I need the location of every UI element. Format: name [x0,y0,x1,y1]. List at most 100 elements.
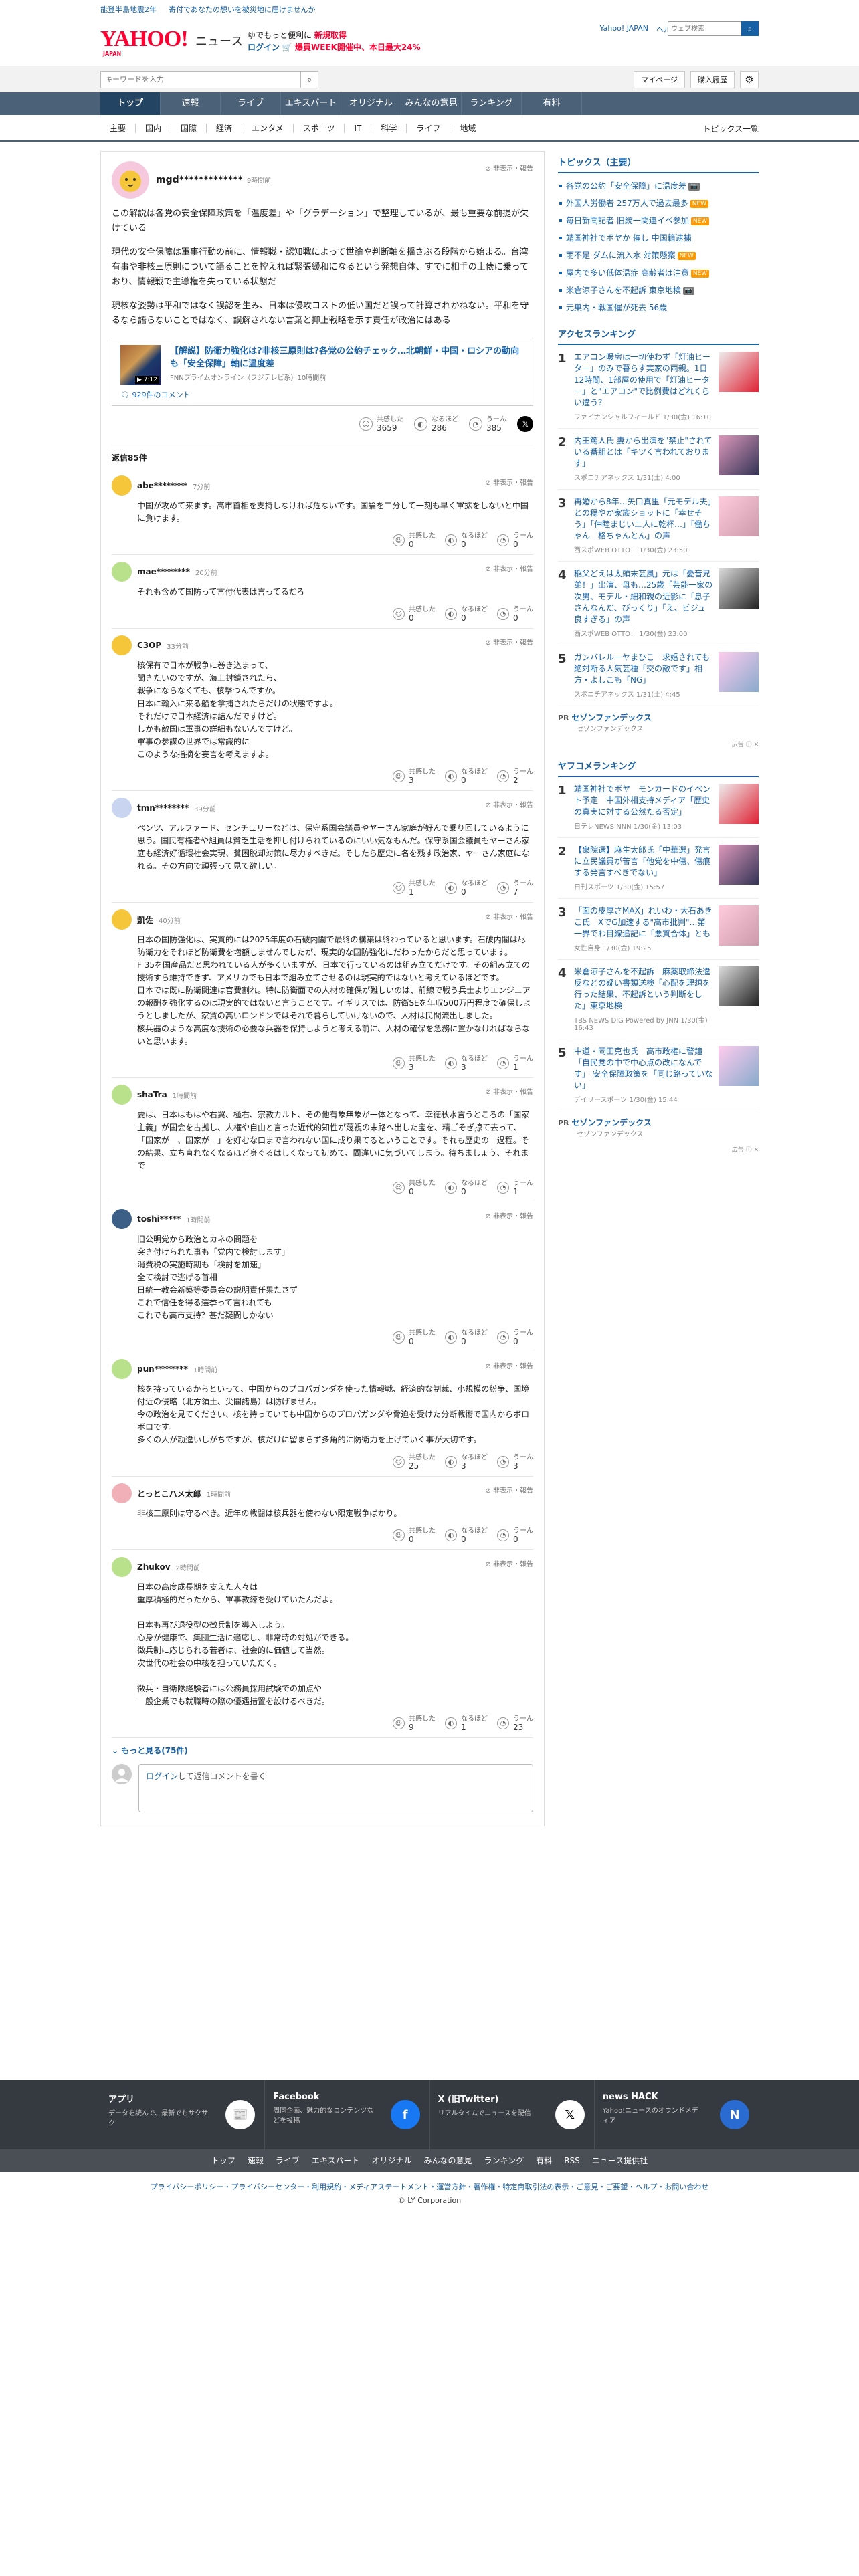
footer-nav-item[interactable]: 有料 [536,2149,552,2172]
react-empathy-button[interactable]: ☺ 共感した 25 [393,1453,436,1471]
report-link[interactable]: ⊘ 非表示・報告 [485,1485,533,1495]
ranking-item[interactable]: 4 米倉涼子さんを不起訴 麻薬取締法違反などの疑い書類送検「心配を理想を行った結… [558,960,759,1039]
react-naruhodo-button[interactable]: ◐ なるほど 0 [445,1329,488,1346]
report-link[interactable]: ⊘ 非表示・報告 [485,1086,533,1096]
footer-newshack[interactable]: news HACK Yahoo!ニュースのオウンドメディア N [595,2080,759,2149]
history-button[interactable]: 購入履歴 [690,71,735,88]
reply-textarea[interactable]: ログインして返信コメントを書く [138,1764,533,1812]
ranking-item[interactable]: 1 靖国神社でボヤ モンカードのイベント予定 中国外相支持メディア「歴史の真実に… [558,777,759,838]
mypage-button[interactable]: マイページ [634,71,685,88]
web-search-input[interactable] [668,21,741,36]
snav-world[interactable]: 国際 [171,124,207,133]
report-link[interactable]: ⊘ 非表示・報告 [485,1558,533,1568]
topic-item[interactable]: 靖国神社でボヤか 催し 中国籍逮捕 [558,229,759,247]
footer-app[interactable]: アプリ データを読んで、最新でもサクサク 📰 [100,2080,266,2149]
footer-nav-item[interactable]: ライブ [276,2149,300,2172]
yahoo-japan-link[interactable]: Yahoo! JAPAN [599,24,648,35]
snav-science[interactable]: 科学 [371,124,407,133]
ranking-item[interactable]: 4 稲父どえは太頭末芸風」元は「憂音兄弟！」出演、母も…25歳「芸能一家の次男、… [558,562,759,645]
promo-link-noto[interactable]: 能登半島地震2年 [100,4,157,15]
report-link[interactable]: ⊘ 非表示・報告 [485,563,533,573]
snav-entertainment[interactable]: エンタメ [242,124,294,133]
footer-nav-item[interactable]: エキスパート [312,2149,360,2172]
ad-info[interactable]: 広告 ⓘ ✕ [558,736,759,755]
comment-user[interactable]: mgd************* 9時間前 [156,175,271,185]
react-empathy-button[interactable]: ☺ 共感した 1 [393,879,436,897]
react-naruhodo-button[interactable]: ◐ なるほど 0 [445,532,488,549]
reply-user[interactable]: shaTra [137,1090,167,1099]
react-hmm-button[interactable]: ◔ うーん 0 [497,1329,533,1346]
more-replies-link[interactable]: ⌄ もっと見る(75件) [112,1745,533,1756]
report-link[interactable]: ⊘ 非表示・報告 [485,1360,533,1370]
react-naruhodo-button[interactable]: ◐ なるほど 0 [445,768,488,785]
reply-user[interactable]: C3OP [137,641,161,650]
snav-sports[interactable]: スポーツ [294,124,345,133]
footer-facebook[interactable]: Facebook 周同企画、魅力的なコンテンツなどを投稿 f [265,2080,430,2149]
gnav-flash[interactable]: 速報 [161,92,221,115]
ranking-item[interactable]: 3 「面の皮厚さMAX」れいわ・大石あきこ氏 XでG加速する"高市批判"…第一界… [558,899,759,960]
react-hmm-button[interactable]: ◔ うーん 7 [497,879,533,897]
react-naruhodo-button[interactable]: ◐ なるほど 3 [445,1453,488,1471]
react-hmm-button[interactable]: ◔ うーん 3 [497,1453,533,1471]
react-empathy-button[interactable]: ☺ 共感した 0 [393,1527,436,1544]
react-naruhodo-button[interactable]: ◐ なるほど 0 [445,1179,488,1196]
gnav-live[interactable]: ライブ [221,92,281,115]
footer-nav-item[interactable]: RSS [564,2149,580,2172]
footer-nav-item[interactable]: ランキング [484,2149,524,2172]
react-naruhodo-button[interactable]: ◐ なるほど 0 [445,1527,488,1544]
react-hmm-button[interactable]: ◔ うーん 385 [469,415,506,433]
gear-icon[interactable]: ⚙ [740,71,759,88]
ranking-item[interactable]: 3 再婚から8年…矢口真里「元モデル夫」との穏やか家族ショットに「幸せそう」「仲… [558,490,759,562]
react-naruhodo-button[interactable]: ◐ なるほど 286 [414,415,458,433]
promo-d[interactable]: 🛒 爆買WEEK開催中、本日最大24% [282,43,421,52]
snav-region[interactable]: 地域 [450,124,485,133]
topic-item[interactable]: 米倉涼子さんを不起訴 東京地検 📷 [558,282,759,299]
topic-item[interactable]: 屋内で多い低体温症 高齢者は注意 NEW [558,264,759,282]
ad-block[interactable]: PR セゾンファンデックス セゾンファンデックス [558,706,759,736]
snav-it[interactable]: IT [345,124,372,133]
report-link[interactable]: ⊘ 非表示・報告 [485,911,533,921]
footer-nav-item[interactable]: 速報 [248,2149,264,2172]
react-naruhodo-button[interactable]: ◐ なるほど 3 [445,1055,488,1072]
report-link[interactable]: ⊘ 非表示・報告 [485,799,533,809]
react-hmm-button[interactable]: ◔ うーん 2 [497,768,533,785]
promo-link-donate[interactable]: 寄付であなたの想いを被災地に届けませんか [169,4,316,15]
reply-user[interactable]: toshi***** [137,1214,181,1224]
yahoo-logo[interactable]: YAHOO! JAPAN [100,28,189,58]
gnav-top[interactable]: トップ [100,92,161,115]
gnav-opinion[interactable]: みんなの意見 [401,92,462,115]
ranking-item[interactable]: 5 中道・岡田克也氏 高市政権に警鐘「自民党の中で中心点の改になんです」 安全保… [558,1039,759,1111]
react-hmm-button[interactable]: ◔ うーん 1 [497,1055,533,1072]
promo-b[interactable]: 新規取得 [314,31,347,40]
gnav-original[interactable]: オリジナル [341,92,401,115]
snav-life[interactable]: ライフ [407,124,451,133]
login-link[interactable]: ログイン [248,43,280,52]
footer-nav-item[interactable]: ニュース提供社 [592,2149,648,2172]
report-link[interactable]: ⊘ 非表示・報告 [485,477,533,487]
search-icon[interactable]: ⌕ [301,71,318,88]
ranking-item[interactable]: 2 【衆院選】麻生太郎氏「中華選」発言に立民議員が苦言「他党を中傷、傷痕する発言… [558,838,759,899]
gnav-paid[interactable]: 有料 [522,92,582,115]
keyword-input[interactable] [100,71,301,88]
ranking-item[interactable]: 5 ガンバレルーヤまひこ 求婚されても絶対断る人気芸種「交の敵です」相方・よしこ… [558,645,759,706]
topics-list-link[interactable]: トピックス一覧 [702,123,759,134]
react-empathy-button[interactable]: ☺ 共感した 0 [393,605,436,623]
footer-nav-item[interactable]: トップ [211,2149,235,2172]
react-empathy-button[interactable]: ☺ 共感した 0 [393,1179,436,1196]
react-empathy-button[interactable]: ☺ 共感した 3 [393,1055,436,1072]
footer-legal-links[interactable]: プライバシーポリシー・プライバシーセンター・利用規約・メディアステートメント・運… [0,2181,859,2192]
report-link[interactable]: ⊘ 非表示・報告 [485,1210,533,1220]
react-hmm-button[interactable]: ◔ うーん 23 [497,1715,533,1732]
react-hmm-button[interactable]: ◔ うーん 0 [497,605,533,623]
react-hmm-button[interactable]: ◔ うーん 0 [497,1527,533,1544]
ad-block[interactable]: PR セゾンファンデックス セゾンファンデックス [558,1111,759,1141]
ranking-item[interactable]: 2 内田篤人氏 妻から出演を"禁止"されている番組とは「キツく言われております」… [558,429,759,490]
react-empathy-button[interactable]: ☺ 共感した 9 [393,1715,436,1732]
report-link[interactable]: ⊘ 非表示・報告 [485,163,533,173]
footer-nav-item[interactable]: オリジナル [372,2149,412,2172]
topic-item[interactable]: 各党の公約「安全保障」に温度差 📷 [558,177,759,195]
topic-item[interactable]: 元巣内・戦国催が死去 56歳 [558,299,759,316]
react-naruhodo-button[interactable]: ◐ なるほど 1 [445,1715,488,1732]
comment-count-link[interactable]: 🗨 929件のコメント [120,389,190,400]
react-empathy-button[interactable]: ☺ 共感した 3659 [359,415,403,433]
